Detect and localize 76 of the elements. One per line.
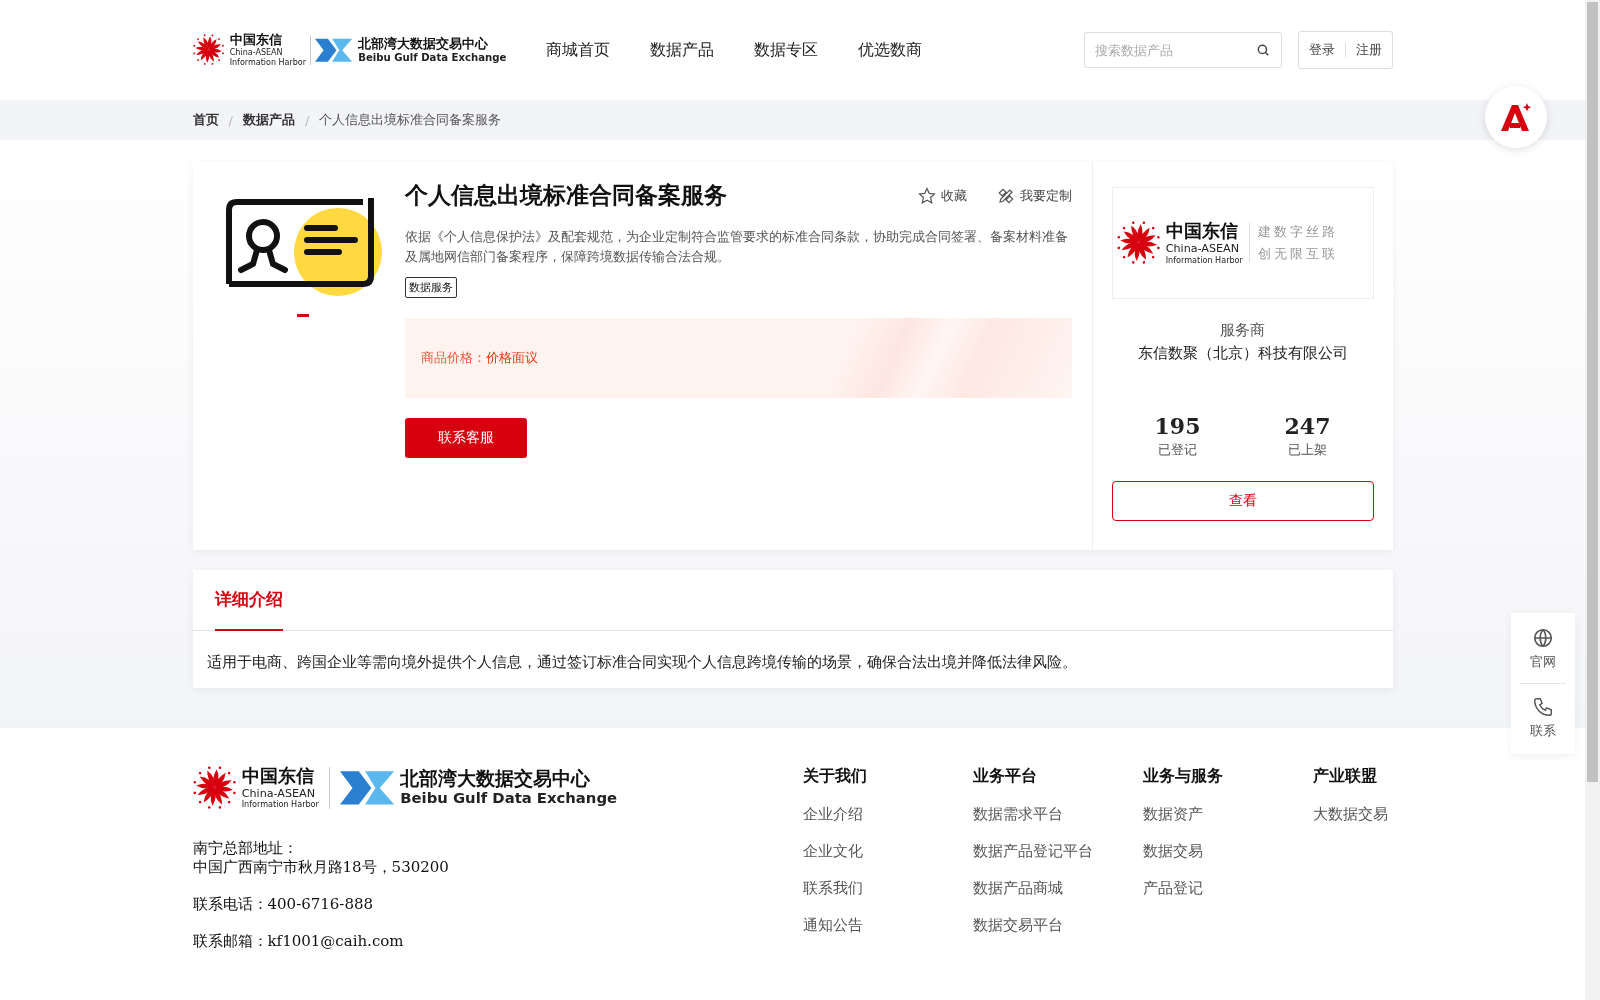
phone-icon: [1532, 696, 1554, 718]
footer-link[interactable]: 产品登记: [1142, 879, 1313, 898]
logo-subtitle: Information Harbor: [229, 58, 306, 67]
footer-link[interactable]: 联系我们: [802, 879, 973, 898]
logo-slogan: 创无限互联: [1257, 245, 1338, 263]
footer-link[interactable]: 企业介绍: [802, 805, 973, 824]
nav-link[interactable]: 数据产品: [650, 39, 715, 61]
product-title: 个人信息出境标准合同备案服务: [404, 180, 728, 210]
logo-subtitle: Beibu Gulf Data Exchange: [400, 791, 618, 806]
footer-column-title: 业务与服务: [1142, 766, 1224, 787]
contact-button[interactable]: 联系客服: [404, 418, 527, 458]
breadcrumb-link[interactable]: 首页: [192, 111, 219, 129]
breadcrumb-separator: /: [304, 112, 310, 128]
footer-link[interactable]: 数据需求平台: [972, 805, 1143, 824]
logo-subtitle: China-ASEAN: [1165, 243, 1241, 255]
address-text: 南宁总部地址： 中国广西南宁市秋月路18号，530200: [192, 839, 450, 878]
footer-link[interactable]: 数据交易平台: [972, 916, 1143, 935]
footer-link[interactable]: 数据资产: [1142, 805, 1313, 824]
footer-column-title: 关于我们: [802, 766, 868, 787]
breadcrumb-link[interactable]: 数据产品: [242, 111, 295, 129]
logo-name: 北部湾大数据交易中心: [358, 36, 490, 50]
stat-label: 已登记: [1158, 441, 1197, 459]
logo-slogan: 建数字丝路: [1257, 223, 1338, 241]
nav-link[interactable]: 商城首页: [546, 39, 611, 61]
email-text: 联系邮箱：kf1001@caih.com: [192, 932, 405, 952]
footer-link[interactable]: 大数据交易: [1312, 805, 1393, 824]
category-tag: 数据服务: [404, 277, 457, 298]
logo-subtitle: China-ASEAN: [241, 787, 317, 800]
nav-link[interactable]: 优选数商: [858, 39, 923, 61]
price-label: 商品价格：: [420, 349, 486, 367]
pencil-ruler-icon: [996, 186, 1015, 205]
flower-logo-icon: [192, 34, 224, 66]
letter-a-sparkle-icon: [1499, 101, 1533, 133]
footer-link[interactable]: 企业文化: [802, 842, 973, 861]
phone-text: 联系电话：400-6716-888: [192, 895, 375, 915]
logo-name: 中国东信: [229, 33, 283, 47]
details-tab[interactable]: 详细介绍: [214, 570, 283, 631]
footer-column-title: 业务平台: [972, 766, 1038, 787]
carousel-indicator[interactable]: [296, 314, 309, 317]
register-link[interactable]: 注册: [1355, 41, 1382, 59]
logo-subtitle: Beibu Gulf Data Exchange: [358, 52, 507, 64]
footer-link[interactable]: 数据产品登记平台: [972, 842, 1143, 861]
logo-subtitle: China-ASEAN: [229, 49, 284, 58]
globe-icon: [1532, 627, 1554, 649]
logo-subtitle: Information Harbor: [1165, 255, 1243, 264]
website-button[interactable]: 官网: [1520, 627, 1566, 671]
breadcrumb-current-page: 个人信息出境标准合同备案服务: [319, 111, 502, 129]
footer-column-title: 产业联盟: [1312, 766, 1378, 787]
flower-logo-icon: [1116, 221, 1160, 265]
login-link[interactable]: 登录: [1308, 41, 1335, 59]
logo-name: 北部湾大数据交易中心: [400, 769, 592, 789]
flower-logo-icon: [192, 766, 236, 810]
product-description: 依据《个人信息保护法》及配套规范，为企业定制符合监管要求的标准合同条款，协助完成合同签署、备案材料准备及属地网信部门备案程序，保障跨境数据传输合法合规。: [404, 228, 1069, 266]
footer-link[interactable]: 数据产品商城: [972, 879, 1143, 898]
footer-link[interactable]: 数据交易: [1142, 842, 1313, 861]
nav-link[interactable]: 数据专区: [754, 39, 819, 61]
price-value: 价格面议: [485, 349, 538, 367]
customize-button[interactable]: 我要定制: [996, 186, 1072, 205]
favorite-button[interactable]: 收藏: [917, 186, 967, 205]
stat-label: 已上架: [1288, 441, 1327, 459]
star-icon: [917, 186, 936, 205]
scrollbar[interactable]: [1585, 0, 1600, 1000]
logo-name: 中国东信: [1165, 222, 1239, 241]
search-icon: [1255, 43, 1270, 57]
stat-value: 195: [1154, 413, 1201, 439]
provider-role: 服务商: [1220, 321, 1265, 340]
search-field[interactable]: 搜索数据产品: [1083, 32, 1282, 68]
logo-subtitle: Information Harbor: [241, 800, 319, 809]
details-text: 适用于电商、跨国企业等需向境外提供个人信息，通过签订标准合同实现个人信息跨境传输的场景，确保合法出境并降低法律风险。: [205, 652, 1078, 673]
view-button[interactable]: 查看: [1111, 481, 1374, 521]
provider-name: 东信数聚（北京）科技有限公司: [1137, 344, 1348, 363]
breadcrumb-separator: /: [228, 112, 233, 128]
footer-link[interactable]: 通知公告: [802, 916, 973, 935]
stat-value: 247: [1284, 413, 1331, 439]
contact-side-button[interactable]: 联系: [1520, 696, 1566, 740]
logo-name: 中国东信: [241, 766, 315, 785]
